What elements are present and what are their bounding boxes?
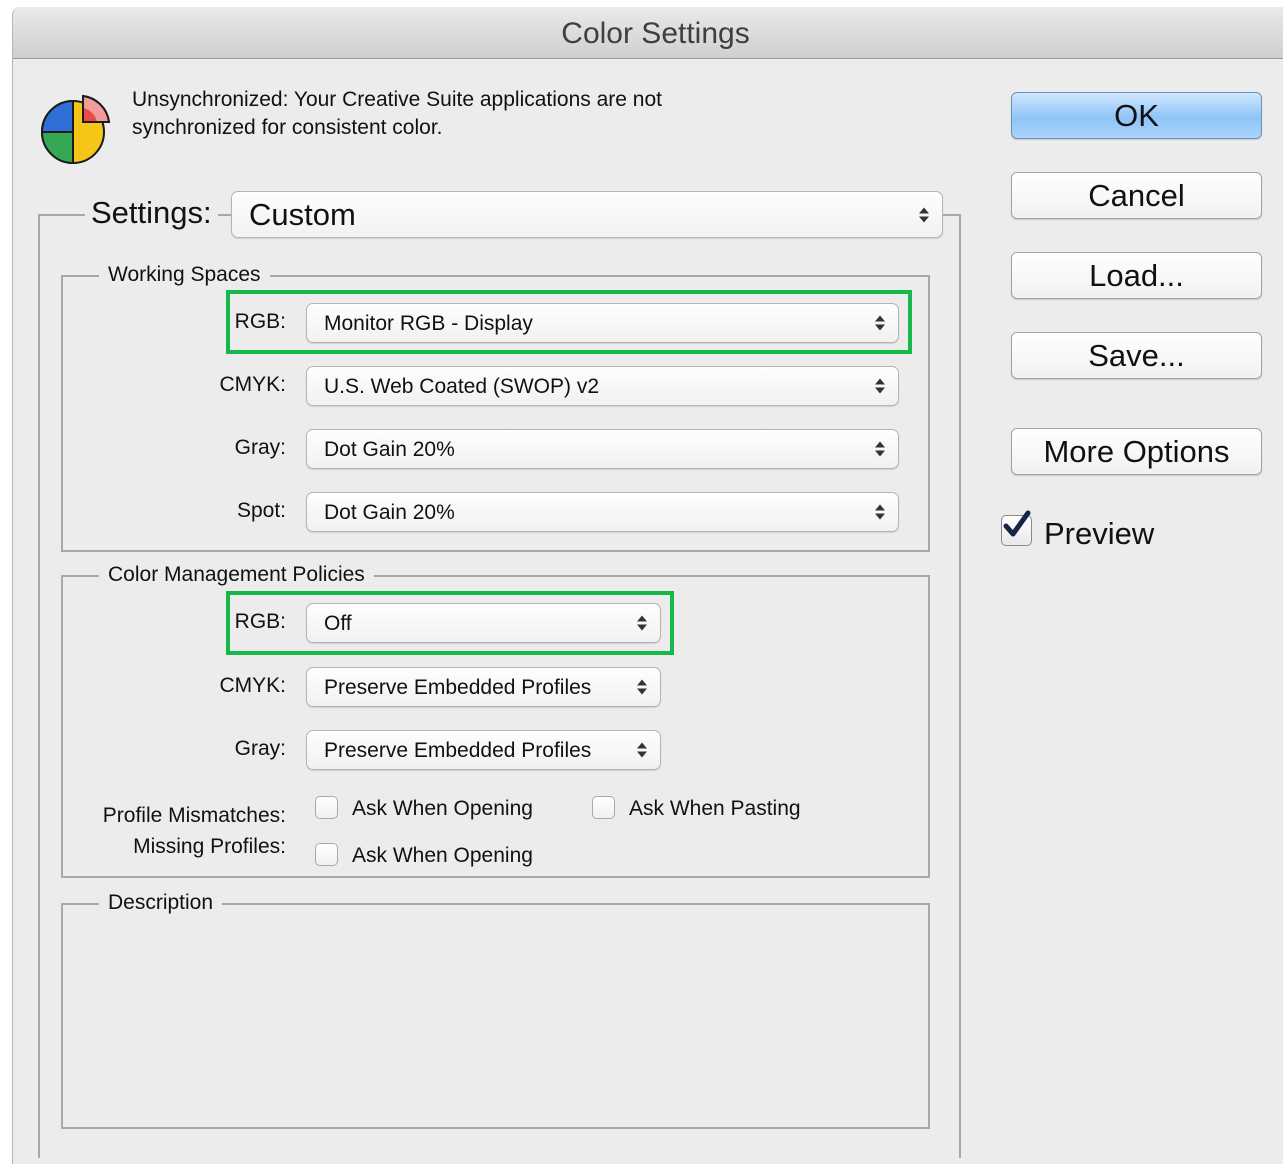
ws-spot-value: Dot Gain 20% [324, 500, 455, 524]
policy-gray-select[interactable]: Preserve Embedded Profiles [306, 730, 661, 770]
load-button[interactable]: Load... [1011, 252, 1262, 299]
missing-ask-when-opening-checkbox[interactable] [315, 843, 338, 866]
policy-gray-value: Preserve Embedded Profiles [324, 738, 592, 762]
sync-message-line2: synchronized for consistent color. [132, 116, 443, 139]
save-button[interactable]: Save... [1011, 332, 1262, 379]
color-sync-icon [40, 94, 111, 165]
checkmark-icon [1003, 510, 1031, 537]
ask-when-opening-checkbox[interactable] [315, 796, 338, 819]
working-spaces-title: Working Spaces [99, 262, 270, 288]
ws-gray-value: Dot Gain 20% [324, 437, 455, 461]
stepper-arrows-icon [875, 504, 885, 520]
settings-select[interactable]: Custom [231, 191, 943, 238]
stepper-arrows-icon [919, 207, 929, 222]
preview-label: Preview [1044, 516, 1155, 551]
ws-gray-label: Gray: [234, 436, 286, 459]
ws-cmyk-select[interactable]: U.S. Web Coated (SWOP) v2 [306, 366, 899, 406]
policies-title: Color Management Policies [99, 562, 374, 588]
ws-cmyk-value: U.S. Web Coated (SWOP) v2 [324, 374, 600, 398]
ws-cmyk-label: CMYK: [219, 373, 286, 396]
ws-rgb-value: Monitor RGB - Display [324, 311, 533, 335]
policy-rgb-value: Off [324, 611, 352, 635]
policy-rgb-label: RGB: [234, 610, 286, 633]
policy-cmyk-select[interactable]: Preserve Embedded Profiles [306, 667, 661, 707]
settings-label: Settings: [85, 195, 218, 231]
ws-spot-select[interactable]: Dot Gain 20% [306, 492, 899, 532]
description-title: Description [99, 890, 223, 916]
policy-cmyk-value: Preserve Embedded Profiles [324, 675, 592, 699]
ws-rgb-label: RGB: [234, 310, 286, 333]
ask-when-pasting-label: Ask When Pasting [629, 797, 801, 820]
ask-when-pasting-checkbox[interactable] [592, 796, 615, 819]
stepper-arrows-icon [875, 378, 885, 394]
more-options-button[interactable]: More Options [1011, 428, 1262, 475]
sync-message-line1: Unsynchronized: Your Creative Suite appl… [132, 88, 662, 111]
stepper-arrows-icon [637, 615, 647, 631]
policy-gray-label: Gray: [234, 737, 286, 760]
ws-spot-label: Spot: [236, 499, 286, 522]
stepper-arrows-icon [637, 742, 647, 758]
ask-when-opening-label: Ask When Opening [352, 797, 533, 820]
stepper-arrows-icon [875, 441, 885, 457]
window-title: Color Settings [13, 7, 1283, 59]
ws-gray-select[interactable]: Dot Gain 20% [306, 429, 899, 469]
preview-checkbox[interactable] [1001, 510, 1032, 546]
ok-button[interactable]: OK [1011, 92, 1262, 139]
cancel-button[interactable]: Cancel [1011, 172, 1262, 219]
missing-ask-when-opening-label: Ask When Opening [352, 844, 533, 867]
missing-profiles-label: Missing Profiles: [133, 835, 286, 858]
policy-rgb-select[interactable]: Off [306, 603, 661, 643]
stepper-arrows-icon [637, 679, 647, 695]
settings-select-value: Custom [249, 197, 356, 232]
ws-rgb-select[interactable]: Monitor RGB - Display [306, 303, 899, 343]
stepper-arrows-icon [875, 315, 885, 331]
sync-message: Unsynchronized: Your Creative Suite appl… [132, 86, 772, 142]
policy-cmyk-label: CMYK: [219, 674, 286, 697]
color-settings-dialog: Color Settings Unsynchronized: Your Crea… [12, 7, 1283, 1164]
profile-mismatches-label: Profile Mismatches: [102, 804, 286, 827]
description-group: Description [61, 890, 930, 1129]
